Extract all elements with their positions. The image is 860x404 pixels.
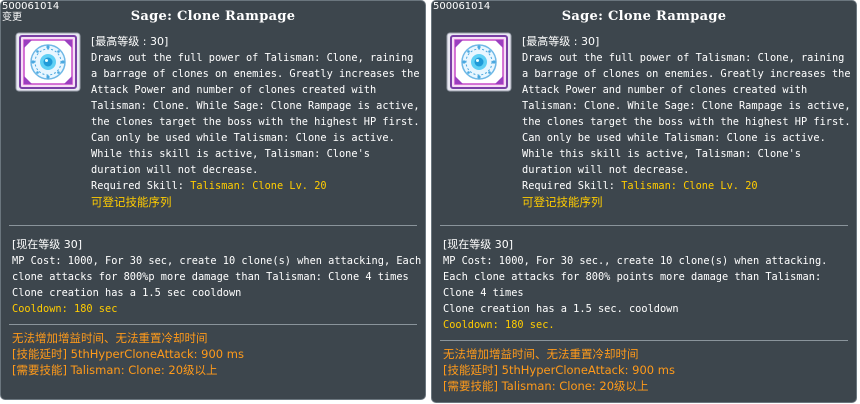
required-skill-value: Talisman: Clone Lv. 20 [621, 180, 758, 192]
cooldown: Cooldown: 180 sec [12, 303, 118, 315]
description-line: a barrage of clones on enemies. Greatly … [91, 68, 420, 80]
skill-delay: [技能延时] 5thHyperCloneAttack: 900 ms [12, 347, 244, 361]
effect-line: MP Cost: 1000, For 30 sec, create 10 clo… [12, 255, 422, 267]
effect-line: MP Cost: 1000, For 30 sec., create 10 cl… [443, 255, 828, 267]
description-line: Attack Power and number of clones create… [91, 84, 377, 96]
sequence-note: 可登记技能序列 [522, 195, 603, 209]
description-line: While this skill is active, Talisman: Cl… [91, 148, 370, 160]
description-line: Talisman: Clone. While Sage: Clone Rampa… [91, 100, 420, 112]
talisman-clone-skill-icon [446, 32, 512, 92]
skill-delay: [技能延时] 5thHyperCloneAttack: 900 ms [443, 363, 675, 377]
description-line: Can only be used while Talisman: Clone i… [91, 132, 395, 144]
description-line: the clones target the boss with the high… [522, 116, 851, 128]
divider [9, 324, 417, 325]
description-line: the clones target the boss with the high… [91, 116, 420, 128]
buff-note: 无法增加增益时间、无法重置冷却时间 [443, 347, 639, 361]
description-line: duration will not decrease. [522, 164, 690, 176]
current-level-section: [现在等级 30] MP Cost: 1000, For 30 sec, cre… [12, 237, 422, 317]
required-skill-prefix: Required Skill: [91, 180, 191, 192]
required-skill-note: [需要技能] Talisman: Clone: 20级以上 [443, 379, 649, 393]
skill-tooltip-left: 500061014 变更 Sage: Clone Rampage [最高等级:… [0, 0, 426, 400]
max-level-label: [最高等级 : 30] [91, 35, 169, 48]
current-level-label: [现在等级 30] [443, 238, 514, 251]
required-skill-value: Talisman: Clone Lv. 20 [190, 180, 327, 192]
effect-line: clone attacks for 800%p more damage than… [12, 271, 409, 283]
description-line: Talisman: Clone. While Sage: Clone Rampa… [522, 100, 851, 112]
description-line: a barrage of clones on enemies. Greatly … [522, 68, 851, 80]
divider [440, 340, 848, 341]
required-skill: Required Skill: Talisman: Clone Lv. 20 [91, 178, 421, 194]
effect-line: Clone 4 times [443, 287, 524, 299]
skill-title: Sage: Clone Rampage [561, 9, 727, 24]
extra-info-section: 无法增加增益时间、无法重置冷却时间 [技能延时] 5thHyperCloneAt… [443, 346, 853, 394]
current-level-label: [现在等级 30] [12, 238, 83, 251]
skill-description: [最高等级 : 30] Draws out the full power of … [522, 34, 852, 210]
effect-line: Clone creation has a 1.5 sec. cooldown [443, 303, 679, 315]
required-skill-prefix: Required Skill: [522, 180, 622, 192]
buff-note: 无法增加增益时间、无法重置冷却时间 [12, 331, 208, 345]
skill-description: [最高等级 : 30] Draws out the full power of … [91, 34, 421, 210]
required-skill: Required Skill: Talisman: Clone Lv. 20 [522, 178, 852, 194]
description-line: Attack Power and number of clones create… [522, 84, 808, 96]
skill-title: Sage: Clone Rampage [130, 9, 296, 24]
cooldown: Cooldown: 180 sec. [443, 319, 555, 331]
extra-info-section: 无法增加增益时间、无法重置冷却时间 [技能延时] 5thHyperCloneAt… [12, 330, 422, 378]
sequence-note: 可登记技能序列 [91, 195, 172, 209]
description-line: Can only be used while Talisman: Clone i… [522, 132, 826, 144]
current-level-section: [现在等级 30] MP Cost: 1000, For 30 sec., cr… [443, 237, 853, 333]
description-line: Draws out the full power of Talisman: Cl… [91, 52, 414, 64]
required-skill-note: [需要技能] Talisman: Clone: 20级以上 [12, 363, 218, 377]
description-line: Draws out the full power of Talisman: Cl… [522, 52, 845, 64]
divider [9, 225, 417, 226]
talisman-clone-skill-icon [15, 32, 81, 92]
skill-tooltip-right: 500061014 Sage: Clone Rampage [最高等级 : 30… [431, 0, 857, 403]
effect-line: Clone creation has a 1.5 sec cooldown [12, 287, 242, 299]
divider [440, 225, 848, 226]
description-line: While this skill is active, Talisman: Cl… [522, 148, 801, 160]
max-level-label: [最高等级 : 30] [522, 35, 600, 48]
effect-line: Each clone attacks for 800% points more … [443, 271, 822, 283]
description-line: duration will not decrease. [91, 164, 259, 176]
